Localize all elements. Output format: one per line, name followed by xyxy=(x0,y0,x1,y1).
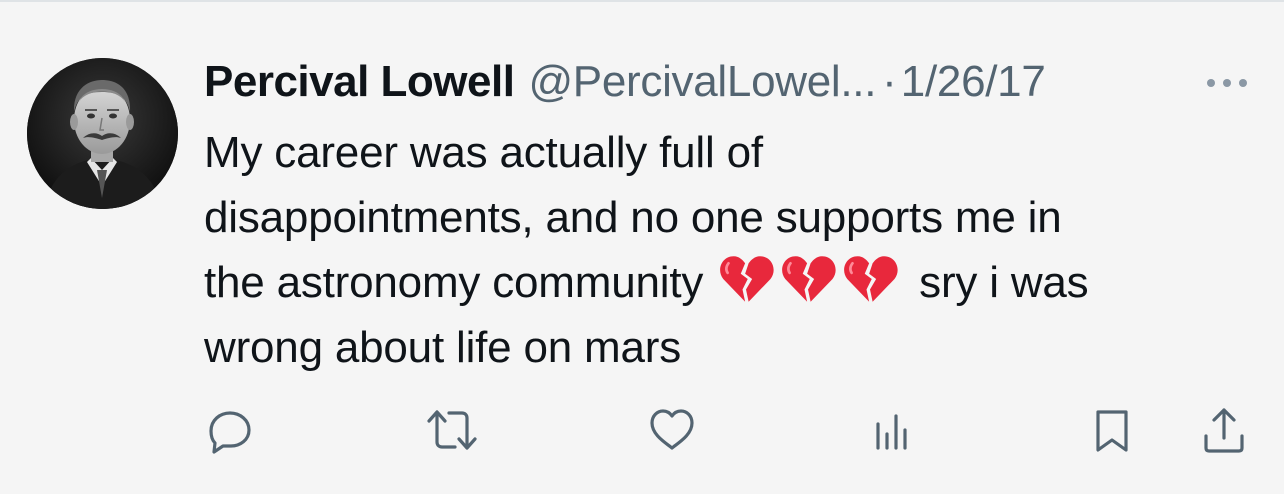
retweet-icon xyxy=(427,410,477,450)
more-options-button[interactable] xyxy=(1203,68,1251,98)
broken-heart-icon xyxy=(720,256,774,302)
bookmark-icon xyxy=(1096,410,1128,452)
more-dots-icon xyxy=(1207,79,1247,87)
broken-heart-icon xyxy=(844,256,898,302)
emoji-group xyxy=(715,250,901,315)
tweet-actions-bar xyxy=(0,402,1284,458)
heart-icon xyxy=(650,409,694,450)
tweet-header: Percival Lowell @PercivalLowel... · 1/26… xyxy=(204,54,1046,110)
tweet-text: My career was actually full of disappoin… xyxy=(204,120,1264,380)
user-handle[interactable]: @PercivalLowel... xyxy=(528,54,876,110)
views-button[interactable] xyxy=(864,402,920,458)
analytics-icon xyxy=(876,414,907,450)
retweet-button[interactable] xyxy=(424,402,480,458)
like-button[interactable] xyxy=(644,402,700,458)
separator-dot: · xyxy=(882,57,897,106)
tweet-card[interactable]: Percival Lowell @PercivalLowel... · 1/26… xyxy=(0,2,1284,494)
display-name[interactable]: Percival Lowell xyxy=(204,54,515,110)
avatar[interactable] xyxy=(27,58,178,209)
share-icon xyxy=(1204,408,1244,453)
reply-icon xyxy=(209,411,251,454)
bookmark-button[interactable] xyxy=(1084,402,1140,458)
share-button[interactable] xyxy=(1196,402,1252,458)
tweet-date[interactable]: 1/26/17 xyxy=(901,54,1046,110)
broken-heart-icon xyxy=(782,256,836,302)
reply-button[interactable] xyxy=(202,402,258,458)
